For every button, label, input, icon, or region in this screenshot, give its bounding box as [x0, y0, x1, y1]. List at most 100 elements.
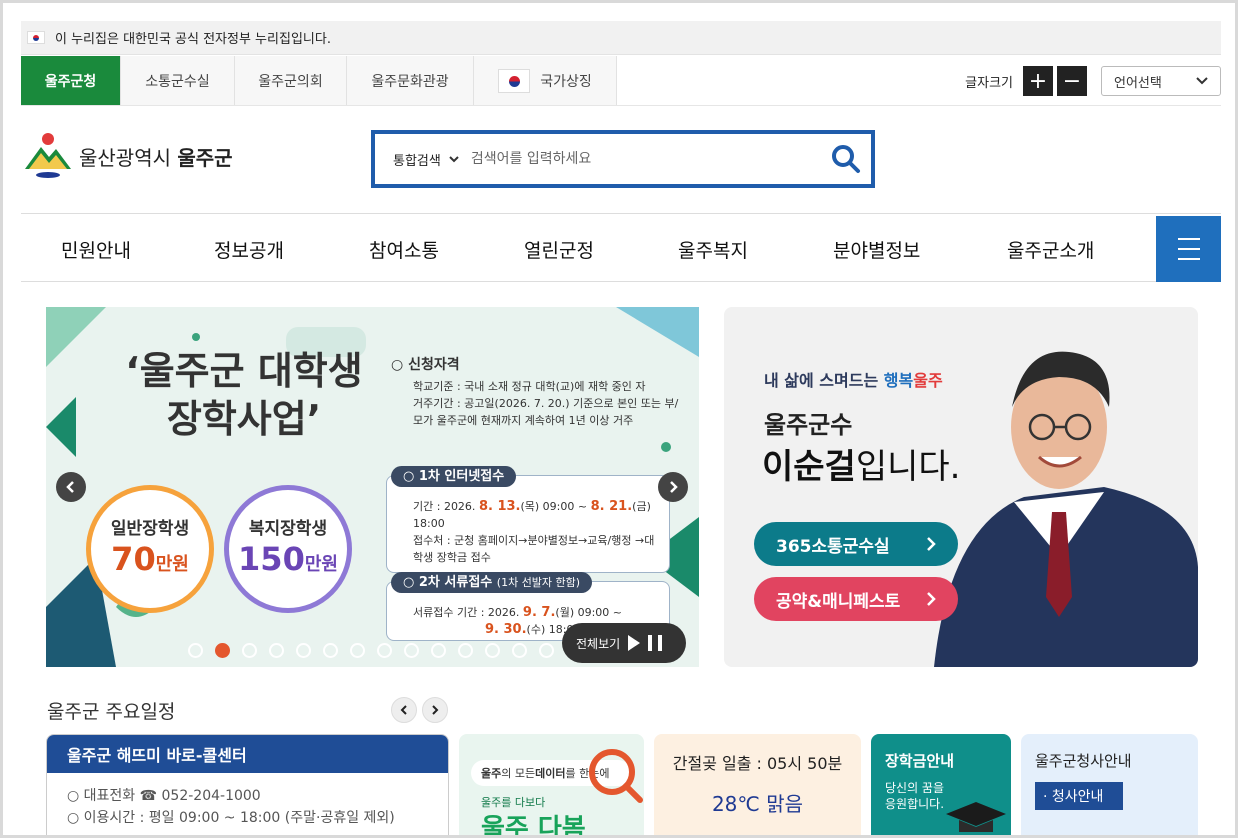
korea-flag-icon — [498, 68, 531, 93]
tab-culture-tourism[interactable]: 울주문화관광 — [347, 56, 474, 105]
menu-item-open-admin[interactable]: 열린군정 — [524, 236, 594, 263]
badge-amount-value: 70 — [111, 539, 156, 578]
view-all-label: 전체보기 — [576, 636, 621, 651]
round1-label: 1차 인터넷접수 — [418, 469, 505, 484]
tab-county-council[interactable]: 울주군의회 — [235, 56, 347, 105]
county-office-tile[interactable]: 울주군청사안내 · 청사안내 — [1021, 734, 1198, 835]
call-center-hours: ○ 이용시간 : 평일 09:00 ~ 18:00 (주말·공휴일 제외) — [67, 810, 395, 826]
tab-label: 울주군청 — [44, 73, 97, 90]
scholar-tile-sub: 당신의 꿈을 응원합니다. — [885, 780, 944, 812]
banner-dot[interactable] — [485, 643, 500, 658]
font-increase-button[interactable]: + — [1023, 66, 1053, 96]
tab-mayor-office[interactable]: 소통군수실 — [121, 56, 235, 105]
banner-view-all-button[interactable]: 전체보기 — [562, 623, 686, 663]
tab-ulju-gun-office[interactable]: 울주군청 — [21, 56, 121, 105]
banner-pagination — [188, 643, 566, 658]
mayor-name-suffix: 입니다. — [855, 447, 961, 487]
banner-dot[interactable] — [323, 643, 338, 658]
banner-dot[interactable] — [539, 643, 554, 658]
round1-pill: ○ 1차 인터넷접수 — [391, 466, 517, 487]
mayor-office-button[interactable]: 365소통군수실 — [754, 522, 958, 566]
banner-next-button[interactable] — [658, 472, 688, 502]
banner-dot[interactable] — [188, 643, 203, 658]
banner-dot[interactable] — [431, 643, 446, 658]
banner-dot[interactable] — [350, 643, 365, 658]
banner-dot[interactable] — [296, 643, 311, 658]
chevron-left-icon — [400, 705, 407, 715]
logo-text-prefix: 울산광역시 — [79, 145, 178, 170]
scholarship-info-tile[interactable]: 장학금안내 당신의 꿈을 응원합니다. — [871, 734, 1011, 835]
badge-general-scholar: 일반장학생 70만원 — [86, 485, 214, 613]
banner-dot[interactable] — [215, 643, 230, 658]
menu-item-welfare[interactable]: 울주복지 — [678, 236, 748, 263]
chevron-right-icon — [927, 592, 936, 606]
language-select[interactable]: 언어선택 — [1101, 66, 1221, 96]
banner-dot[interactable] — [269, 643, 284, 658]
round2-period-prefix: 서류접수 기간 : 2026. — [413, 606, 523, 619]
pledge-manifesto-button[interactable]: 공약&매니페스토 — [754, 577, 958, 621]
mayor-name-bold: 이순걸 — [762, 447, 856, 487]
tab-national-symbol[interactable]: 국가상징 — [474, 56, 617, 105]
badge-amount-unit: 만원 — [304, 553, 338, 575]
badge-welfare-scholar: 복지장학생 150만원 — [224, 485, 352, 613]
site-logo[interactable]: 울산광역시 울주군 — [23, 131, 233, 181]
pause-icon[interactable] — [648, 635, 663, 651]
banner-dot[interactable] — [512, 643, 527, 658]
menu-item-participation[interactable]: 참여소통 — [369, 236, 439, 263]
search-scope-select[interactable]: 통합검색 — [393, 150, 459, 169]
qualification-head-text: 신청자격 — [408, 357, 460, 373]
sunrise-time: 간절곶 일출 : 05시 50분 — [672, 754, 843, 773]
logo-text: 울산광역시 울주군 — [79, 142, 233, 171]
banner-qualification: ○ 신청자격 학교기준 : 국내 소재 정규 대학(교)에 재학 중인 자 거주… — [391, 357, 691, 429]
banner-dot[interactable] — [242, 643, 257, 658]
font-decrease-button[interactable]: − — [1057, 66, 1087, 96]
chevron-down-icon — [449, 155, 459, 162]
menu-item-civil-service[interactable]: 민원안내 — [61, 236, 131, 263]
menu-item-field-info[interactable]: 분야별정보 — [833, 236, 920, 263]
banner-title-line1: ‘울주군 대학생 — [125, 349, 363, 393]
banner-dot[interactable] — [458, 643, 473, 658]
banner-dot[interactable] — [377, 643, 392, 658]
data-dabom-tile[interactable]: 울주 의 모든 데이터 를 한눈에 울주를 다보다 울주 다봄 — [459, 734, 644, 835]
badge-amount: 70만원 — [111, 539, 189, 585]
office-guide-button[interactable]: · 청사안내 — [1035, 782, 1123, 810]
call-center-phone: ○ 대표전화 ☎ 052-204-1000 — [67, 788, 261, 804]
slogan-blue: 행복 — [883, 371, 914, 390]
schedule-prev-button[interactable] — [391, 697, 417, 723]
search-icon[interactable] — [831, 144, 861, 174]
language-select-label: 언어선택 — [1114, 75, 1162, 91]
tab-label: 울주군의회 — [258, 73, 323, 90]
qualification-head: ○ 신청자격 — [391, 357, 460, 373]
play-icon[interactable] — [628, 635, 641, 651]
menu-item-about-ulju[interactable]: 울주군소개 — [1007, 236, 1094, 263]
round1-period: 기간 : 2026. 8. 13.(목) 09:00 ~ 8. 21.(금) 1… — [413, 498, 659, 532]
menu-hamburger-button[interactable] — [1156, 216, 1221, 282]
ulju-logo-icon — [25, 133, 71, 178]
banner-dot[interactable] — [404, 643, 419, 658]
search-scope-label: 통합검색 — [393, 153, 441, 169]
banner-title-line2: 장학사업’ — [166, 397, 322, 441]
banner-title: ‘울주군 대학생 장학사업’ — [94, 347, 394, 443]
qualification-residence: 거주기간 : 공고일(2026. 7. 20.) 기준으로 본인 또는 부/모가… — [413, 397, 679, 427]
search-bar: 통합검색 — [371, 130, 875, 188]
scholarship-banner[interactable]: ‘울주군 대학생 장학사업’ 일반장학생 70만원 복지장학생 150만원 ○ … — [46, 307, 699, 667]
hamburger-line — [1177, 238, 1200, 240]
round2-label: 2차 서류접수 — [418, 575, 493, 590]
schedule-next-button[interactable] — [422, 697, 448, 723]
round1-place: 접수처 : 군청 홈페이지→분야별정보→교육/행정 →대학생 장학금 접수 — [413, 534, 655, 564]
tab-label: 국가상징 — [540, 73, 592, 90]
banner-prev-button[interactable] — [56, 472, 86, 502]
gov-official-banner: 이 누리집은 대한민국 공식 전자정부 누리집입니다. — [21, 21, 1221, 55]
chevron-right-icon — [432, 705, 439, 715]
office-tile-title: 울주군청사안내 — [1035, 752, 1132, 770]
top-utilities: 글자크기 + − 언어선택 — [965, 56, 1221, 106]
menu-item-info-disclosure[interactable]: 정보공개 — [214, 236, 284, 263]
search-input[interactable] — [470, 151, 801, 167]
logo-text-bold: 울주군 — [177, 145, 233, 170]
page-frame: 이 누리집은 대한민국 공식 전자정부 누리집입니다. 울주군청 소통군수실 울… — [0, 0, 1238, 838]
round1-date1: 8. 13. — [478, 499, 521, 514]
hamburger-line — [1177, 258, 1200, 260]
call-center-card[interactable]: 울주군 해뜨미 바로-콜센터 ○ 대표전화 ☎ 052-204-1000 ○ 이… — [46, 734, 449, 835]
hamburger-line — [1177, 248, 1200, 250]
round1-period-mid: (목) 09:00 ~ — [520, 500, 591, 513]
